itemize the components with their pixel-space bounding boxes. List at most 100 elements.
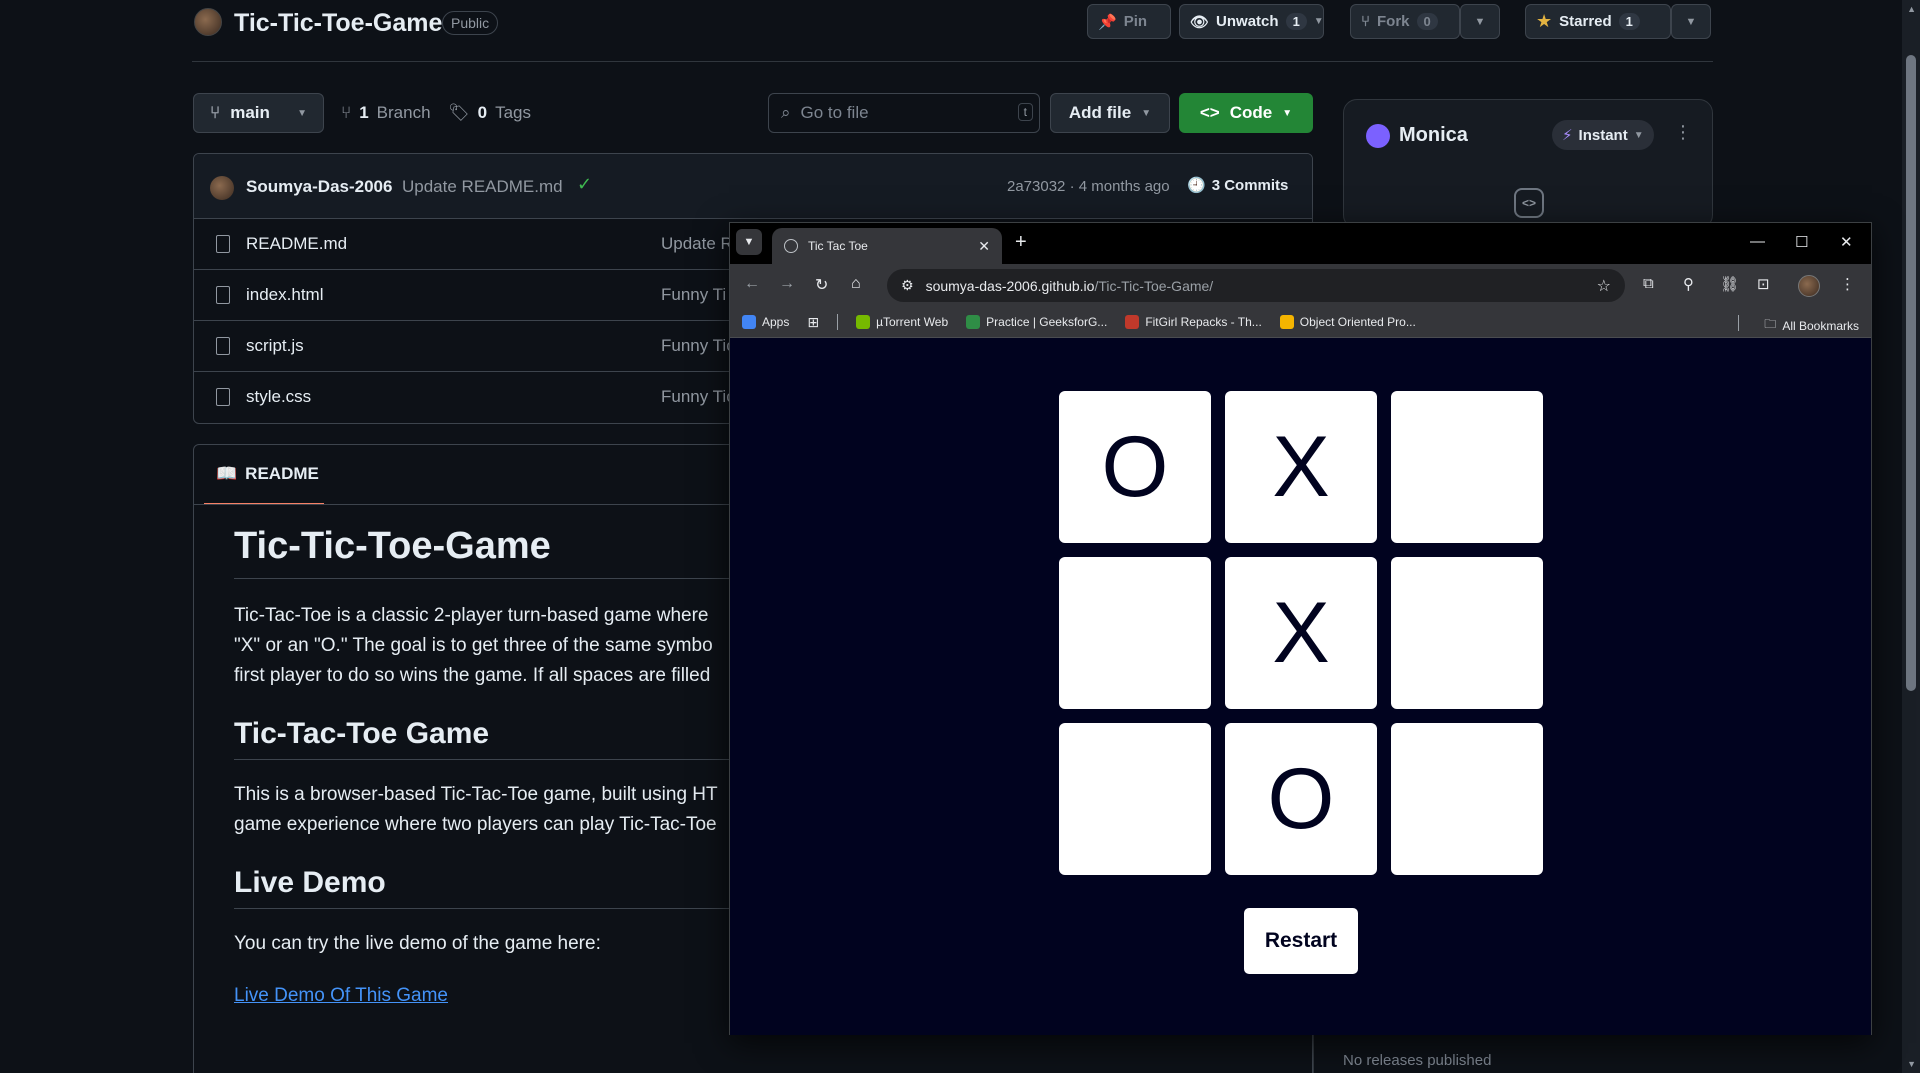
tags-count: 0 xyxy=(477,103,488,122)
apps-grid-icon xyxy=(742,315,756,329)
address-bar[interactable]: ⚙ soumya-das-2006.github.io/Tic-Tic-Toe-… xyxy=(887,269,1625,302)
fork-dropdown[interactable]: ▼ xyxy=(1460,4,1500,39)
game-board: O X X O xyxy=(1059,391,1543,875)
star-icon xyxy=(1279,315,1294,329)
tags-link[interactable]: 🏷 0 Tags xyxy=(448,103,531,123)
search-icon: ⌕ xyxy=(781,103,791,122)
new-tab-button[interactable]: + xyxy=(1015,231,1027,254)
tab-tic-tac-toe[interactable]: Tic Tac Toe ✕ xyxy=(772,228,1002,264)
board-cell[interactable] xyxy=(1059,557,1211,709)
file-commit-message[interactable]: Funny Tic xyxy=(661,336,735,356)
pin-button[interactable]: 📌 Pin xyxy=(1087,4,1171,39)
star-dropdown[interactable]: ▼ xyxy=(1671,4,1711,39)
file-commit-message[interactable]: Funny Ti xyxy=(661,285,726,305)
profile-avatar[interactable] xyxy=(1798,275,1820,297)
menu-icon[interactable]: ⋮ xyxy=(1840,275,1855,293)
repo-toolbar: ⑂ main ▼ ⑂ 1 Branch 🏷 0 Tags ⌕ Go to fil… xyxy=(193,93,1313,133)
bookmark-apps[interactable]: Apps xyxy=(742,315,789,329)
author-avatar[interactable] xyxy=(210,176,234,200)
monica-logo-icon xyxy=(1366,124,1390,148)
board-cell[interactable] xyxy=(1391,723,1543,875)
tag-icon: 🏷 xyxy=(448,103,470,122)
board-cell[interactable]: O xyxy=(1225,723,1377,875)
arrow-down-icon[interactable]: ▼ xyxy=(1907,1059,1916,1069)
commit-hash-time[interactable]: 2a73032 · 4 months ago xyxy=(1007,178,1170,195)
code-icon[interactable]: <> xyxy=(1514,188,1544,218)
branch-selector[interactable]: ⑂ main ▼ xyxy=(193,93,324,133)
bookmark-geeksforgeeks[interactable]: Practice | GeeksforG... xyxy=(966,315,1107,329)
board-cell[interactable]: X xyxy=(1225,391,1377,543)
bookmark-oop[interactable]: Object Oriented Pro... xyxy=(1279,315,1416,329)
minimize-icon[interactable]: — xyxy=(1750,233,1765,250)
file-name[interactable]: style.css xyxy=(246,387,311,407)
owner-avatar[interactable] xyxy=(194,8,222,36)
assistant-name: Monica xyxy=(1399,124,1468,146)
maximize-icon[interactable]: ☐ xyxy=(1795,233,1808,251)
incognito-icon[interactable]: ⚲ xyxy=(1683,275,1694,293)
unwatch-label: Unwatch xyxy=(1216,13,1279,30)
all-bookmarks-button[interactable]: 🗀 All Bookmarks xyxy=(1764,315,1859,336)
bookmark-label: Object Oriented Pro... xyxy=(1299,315,1416,329)
board-cell[interactable]: X xyxy=(1225,557,1377,709)
file-name[interactable]: index.html xyxy=(246,285,323,305)
bookmark-star-icon[interactable]: ☆ xyxy=(1597,276,1611,296)
tab-search-button[interactable]: ▼ xyxy=(736,229,762,255)
screenshot-icon[interactable]: ⊡ xyxy=(1757,275,1770,293)
fork-button[interactable]: ⑂ Fork 0 xyxy=(1350,4,1460,39)
commit-message[interactable]: Update README.md xyxy=(402,177,563,197)
close-window-icon[interactable]: ✕ xyxy=(1840,233,1853,251)
file-icon xyxy=(216,337,230,355)
go-to-file-input[interactable]: ⌕ Go to file t xyxy=(768,93,1040,133)
chevron-down-icon: ▼ xyxy=(1141,107,1152,119)
divider xyxy=(1313,1035,1314,1073)
board-cell[interactable] xyxy=(1059,723,1211,875)
add-file-button[interactable]: Add file ▼ xyxy=(1050,93,1170,133)
restart-button[interactable]: Restart xyxy=(1244,908,1358,974)
extensions-icon[interactable]: ⧉ xyxy=(1643,275,1654,292)
site-info-icon[interactable]: ⚙ xyxy=(901,277,914,294)
check-icon[interactable]: ✓ xyxy=(577,174,592,195)
board-cell[interactable] xyxy=(1391,557,1543,709)
bookmark-fitgirl[interactable]: FitGirl Repacks - Th... xyxy=(1125,315,1262,329)
starred-button[interactable]: ★ Starred 1 xyxy=(1525,4,1671,39)
reload-icon[interactable]: ↻ xyxy=(815,275,828,295)
file-commit-message[interactable]: Funny Tic xyxy=(661,387,735,407)
more-options-icon[interactable]: ⋮ xyxy=(1674,122,1692,143)
forward-icon[interactable]: → xyxy=(779,275,795,293)
home-icon[interactable]: ⌂ xyxy=(851,275,861,293)
all-bookmarks-label: All Bookmarks xyxy=(1782,318,1859,333)
commits-link[interactable]: 🕘 3 Commits xyxy=(1187,176,1288,195)
fitgirl-icon xyxy=(1125,315,1140,329)
branches-link[interactable]: ⑂ 1 Branch xyxy=(341,103,431,123)
url-host: soumya-das-2006.github.io xyxy=(925,277,1095,294)
close-icon[interactable]: ✕ xyxy=(978,238,990,255)
tab-title: Tic Tac Toe xyxy=(808,239,868,253)
readme-tab[interactable]: 📖 README xyxy=(204,445,324,505)
board-cell[interactable]: O xyxy=(1059,391,1211,543)
live-demo-link[interactable]: Live Demo Of This Game xyxy=(234,985,448,1006)
repo-title[interactable]: Tic-Tic-Toe-Game xyxy=(234,9,442,38)
arrow-up-icon[interactable]: ▲ xyxy=(1907,4,1916,14)
grid-icon[interactable]: ⊞ xyxy=(807,314,819,331)
code-button[interactable]: <> Code ▼ xyxy=(1179,93,1313,133)
unwatch-button[interactable]: 👁 Unwatch 1 ▼ xyxy=(1179,4,1324,39)
file-name[interactable]: script.js xyxy=(246,336,304,356)
board-cell[interactable] xyxy=(1391,391,1543,543)
history-icon: 🕘 xyxy=(1187,177,1206,194)
file-icon xyxy=(216,388,230,406)
pin-icon: 📌 xyxy=(1098,13,1117,31)
commit-author[interactable]: Soumya-Das-2006 xyxy=(246,177,392,197)
bookmark-utorrent[interactable]: µTorrent Web xyxy=(856,315,948,329)
file-name[interactable]: README.md xyxy=(246,234,347,254)
mode-selector[interactable]: ⚡ Instant ▼ xyxy=(1552,120,1654,150)
folder-icon: 🗀 xyxy=(1764,317,1777,331)
text-line: game experience where two players can pl… xyxy=(234,814,717,835)
branches-label: Branch xyxy=(376,103,431,122)
scrollbar-thumb[interactable] xyxy=(1906,55,1916,691)
branch-name: main xyxy=(230,103,270,122)
link-icon[interactable]: ⛓ xyxy=(1720,275,1739,293)
visibility-badge: Public xyxy=(442,11,499,35)
back-icon[interactable]: ← xyxy=(744,275,760,293)
page-scrollbar[interactable]: ▲ ▼ xyxy=(1902,0,1920,1073)
file-commit-message[interactable]: Update R xyxy=(661,234,733,254)
